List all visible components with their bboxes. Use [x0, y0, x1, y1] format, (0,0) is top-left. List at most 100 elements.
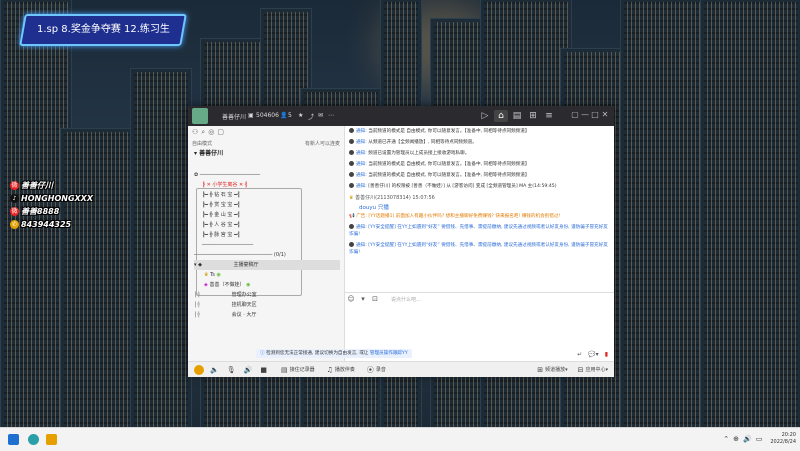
maximize-icon[interactable]: □ [590, 110, 600, 119]
user-icon: 👤 [280, 112, 288, 119]
system-message: 通知: 从频道已开通【全频闻播放】, 同相等待点同频频道。 [345, 137, 614, 148]
notice-bar[interactable]: ⓘ 检测到您无法正常接通, 建议切换为自由发言, 或让 管理员操作跟踪YY [256, 349, 412, 358]
voice-mode-button[interactable]: 🔈 [210, 366, 221, 374]
info-icon [349, 139, 354, 144]
ad-message[interactable]: 📢 广告: [YY话题播1] 前面加入有趣小伙伴吗? 想和主播聊好免费赚钱? 快… [345, 211, 614, 222]
badge-icon: ◈ [204, 282, 208, 288]
volume-icon: 🔊 [243, 365, 253, 374]
system-message: 通知: [善善仔川] 的权限被 [善善（不做娃）] 从 [游客访问] 变成 [全… [345, 181, 614, 192]
security-message: 通知: [YY安全提醒] 在YY上如遇到“好友” 要借钱、先借事、需提前缴纳, … [349, 224, 608, 237]
chat-bubble-icon[interactable]: 💬▾ [588, 351, 598, 358]
room-id: 504606 [256, 112, 279, 119]
edge-icon[interactable] [28, 434, 39, 445]
social-item: ✆ 843944325 [10, 220, 72, 229]
tree-item[interactable]: ┃╬ 会议 · 大厅 [194, 310, 340, 320]
info-icon [349, 183, 354, 188]
game-icon: ⊞ [537, 365, 544, 374]
start-icon[interactable] [8, 434, 19, 445]
tree-item[interactable]: ╠━ ╬ 脉 宫 宝 ━╣ [194, 230, 340, 240]
battery-icon[interactable]: ▭ [756, 435, 763, 443]
bottom-item[interactable]: ⦿ 录音 [367, 365, 386, 375]
music-icon: ▤ [280, 365, 288, 374]
image-icon[interactable]: ⊡ [369, 295, 381, 303]
app-center-button[interactable]: ⊟ 应用中心 ▾ [578, 366, 608, 374]
menu-icon[interactable]: ≡ [542, 110, 556, 122]
user-icon[interactable]: ⚇ [192, 128, 198, 138]
chat-sender[interactable]: ♛ 善善仔川(2113078314) 15:07:56 [345, 192, 614, 203]
settings-icon[interactable]: ✉ [318, 112, 323, 119]
enter-icon[interactable]: ↵ [577, 351, 582, 358]
yy-client-window: 善善仔川 ▣ 504606 👤 5 ★ ⤴ ✉ ⋯ ▷ ⌂ ▤ ⊞ ≡ ▢ — … [188, 106, 614, 377]
tree-item[interactable]: ┃╬ 管理办公室 [194, 290, 340, 300]
tree-item[interactable]: ╠ ✕ 小学生离谷 ✕ ╣ [194, 180, 340, 190]
tree-item[interactable]: ✿ ━━━━━━━━━━━━━━━━━━━━ [194, 170, 340, 180]
tree-user[interactable]: ◈ 善善（不做娃） ◉ [194, 280, 340, 290]
mode-line: 自由模式 有新人可以连麦 [188, 140, 344, 149]
channel-name: 善善仔川 [222, 114, 247, 121]
chat-icon[interactable]: ▢ [217, 128, 224, 138]
stream-banner: 1.sp 8.奖金争夺赛 12.练习生 [19, 14, 187, 46]
yy-app-icon[interactable] [46, 434, 57, 445]
tree-item[interactable]: ╠━ ╬ 赏 宝 宝 ━╣ [194, 200, 340, 210]
video-icon[interactable]: ▷ [478, 110, 492, 122]
id-icon: ▣ [248, 112, 254, 119]
window-controls: ▢ — □ ✕ [570, 110, 610, 119]
weibo-icon: 微 [10, 207, 19, 216]
star-icon[interactable]: ★ [298, 112, 303, 119]
channel-panel: ⚇ ⌕ ◎ ▢ 自由模式 有新人可以连麦 ▾ 善善仔川 ✿ ━━━━━━━━━━… [188, 126, 345, 361]
bottom-toolbar: 🔈 🎙 🔊 ■ ▤ 接住记录器 ♫ 播放伴奏 ⦿ 录音 ⊞ 频道播放 ▾ ⊟ 应用中心 ▾ [188, 361, 614, 377]
minimize-icon[interactable]: — [580, 110, 590, 119]
note-icon: ♫ [326, 365, 333, 374]
system-message: 通知: 当前频道的模式是 自由模式, 你可以随意发言。【准备中, 同相等待点同频… [345, 170, 614, 181]
home-icon[interactable]: ⌂ [494, 110, 508, 122]
mic-button[interactable]: 🎙 [227, 366, 238, 374]
chevron-up-icon[interactable]: ⌃ [723, 435, 729, 443]
tree-item[interactable]: ━━━━━━━━━━━━━━━━━━━━━━━━━━ (0/1) [194, 250, 340, 260]
tree-user[interactable]: ♛ Ts ◉ [194, 270, 340, 280]
info-icon [349, 150, 354, 155]
message-textarea[interactable] [345, 304, 614, 349]
tree-item[interactable]: ┃╬ 挂机聊天区 [194, 300, 340, 310]
volume-button[interactable]: 🔊 [244, 366, 255, 374]
list-icon[interactable]: ▤ [510, 110, 524, 122]
record-button[interactable]: ■ [260, 366, 269, 374]
share-icon[interactable]: ⤴ [308, 112, 314, 121]
grid-icon: ⊟ [577, 365, 584, 374]
phone-icon: ✆ [10, 220, 19, 229]
tree-item[interactable]: ━━━━━━━━━━━━━━━━━ [194, 240, 340, 250]
channel-toolbar: ⚇ ⌕ ◎ ▢ [188, 126, 344, 140]
megaphone-icon: 📢 [349, 214, 355, 219]
bottom-item[interactable]: ▤ 接住记录器 [281, 366, 315, 374]
badge-icon: ◉ [246, 282, 251, 288]
volume-icon[interactable]: 🔊 [743, 435, 752, 443]
tree-item[interactable]: ╠━ ╬ 金 山 宝 ━╣ [194, 210, 340, 220]
chevron-down-icon[interactable]: ▾ [357, 295, 369, 303]
crown-icon: ♛ [204, 272, 209, 278]
network-icon[interactable]: ⊕ [733, 435, 739, 443]
tree-item[interactable]: ╠━ ╬ 人 谷 宝 ━╣ [194, 220, 340, 230]
clock-date: 2022/8/24 [770, 439, 796, 445]
room-name[interactable]: ▾ 善善仔川 [188, 149, 344, 159]
location-icon[interactable]: ◎ [208, 128, 214, 138]
close-icon[interactable]: ✕ [600, 110, 610, 119]
badge-icon: ◉ [216, 272, 221, 278]
speaker-icon: 🔈 [210, 365, 219, 374]
tree-item-selected[interactable]: ▾ ◆ 主播宴稿厅 [194, 260, 340, 270]
social-item: 微善善8888 [10, 207, 60, 216]
mode-label[interactable]: 自由模式 [192, 140, 212, 149]
avatar-button[interactable] [194, 364, 204, 375]
more-icon[interactable]: ⋯ [328, 112, 334, 119]
mic-icon[interactable]: ▮ [605, 351, 608, 358]
pin-icon[interactable]: ▢ [570, 110, 580, 119]
emoji-icon[interactable]: ☺ [345, 295, 357, 303]
clock[interactable]: 20:20 2022/8/24 [770, 432, 796, 446]
bottom-item[interactable]: ♫ 播放伴奏 [327, 366, 355, 374]
stop-icon: ■ [260, 365, 267, 374]
game-icon[interactable]: ⊞ [526, 110, 540, 122]
tree-item[interactable]: ╠━ ╬ 钻 石 宝 ━╣ [194, 190, 340, 200]
channel-play-button[interactable]: ⊞ 频道播放 ▾ [537, 366, 567, 374]
search-icon[interactable]: ⌕ [201, 128, 205, 138]
weibo-icon: 微 [10, 181, 19, 190]
message-input[interactable]: 说点什么吧... [391, 296, 421, 303]
avatar[interactable] [192, 108, 208, 124]
